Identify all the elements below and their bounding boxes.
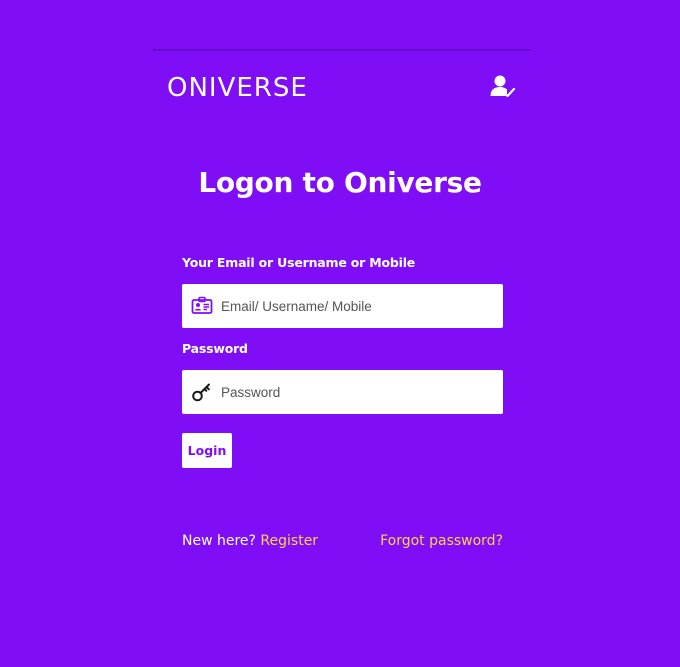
user-check-icon[interactable] <box>489 73 517 101</box>
identity-input[interactable] <box>221 284 493 328</box>
login-form: Your Email or Username or Mobile Passwor… <box>182 254 503 468</box>
forgot-password-link[interactable]: Forgot password? <box>380 533 503 549</box>
forgot-password-wrapper: Forgot password? <box>380 531 503 551</box>
password-label: Password <box>182 341 248 356</box>
register-prompt: New here? Register <box>182 531 318 551</box>
password-input[interactable] <box>221 370 493 414</box>
id-card-icon <box>191 295 213 317</box>
login-button[interactable]: Login <box>182 433 232 468</box>
password-field-wrapper <box>182 370 503 414</box>
logo[interactable]: ONIVERSE <box>167 72 308 104</box>
key-icon <box>191 381 213 403</box>
identity-field-wrapper <box>182 284 503 328</box>
page-title: Logon to Oniverse <box>198 166 482 199</box>
register-link[interactable]: Register <box>260 533 318 549</box>
identity-label: Your Email or Username or Mobile <box>182 255 416 270</box>
top-divider <box>153 49 531 51</box>
header: ONIVERSE <box>167 70 519 108</box>
new-here-text: New here? <box>182 533 261 549</box>
footer-links: New here? Register Forgot password? <box>182 531 503 551</box>
